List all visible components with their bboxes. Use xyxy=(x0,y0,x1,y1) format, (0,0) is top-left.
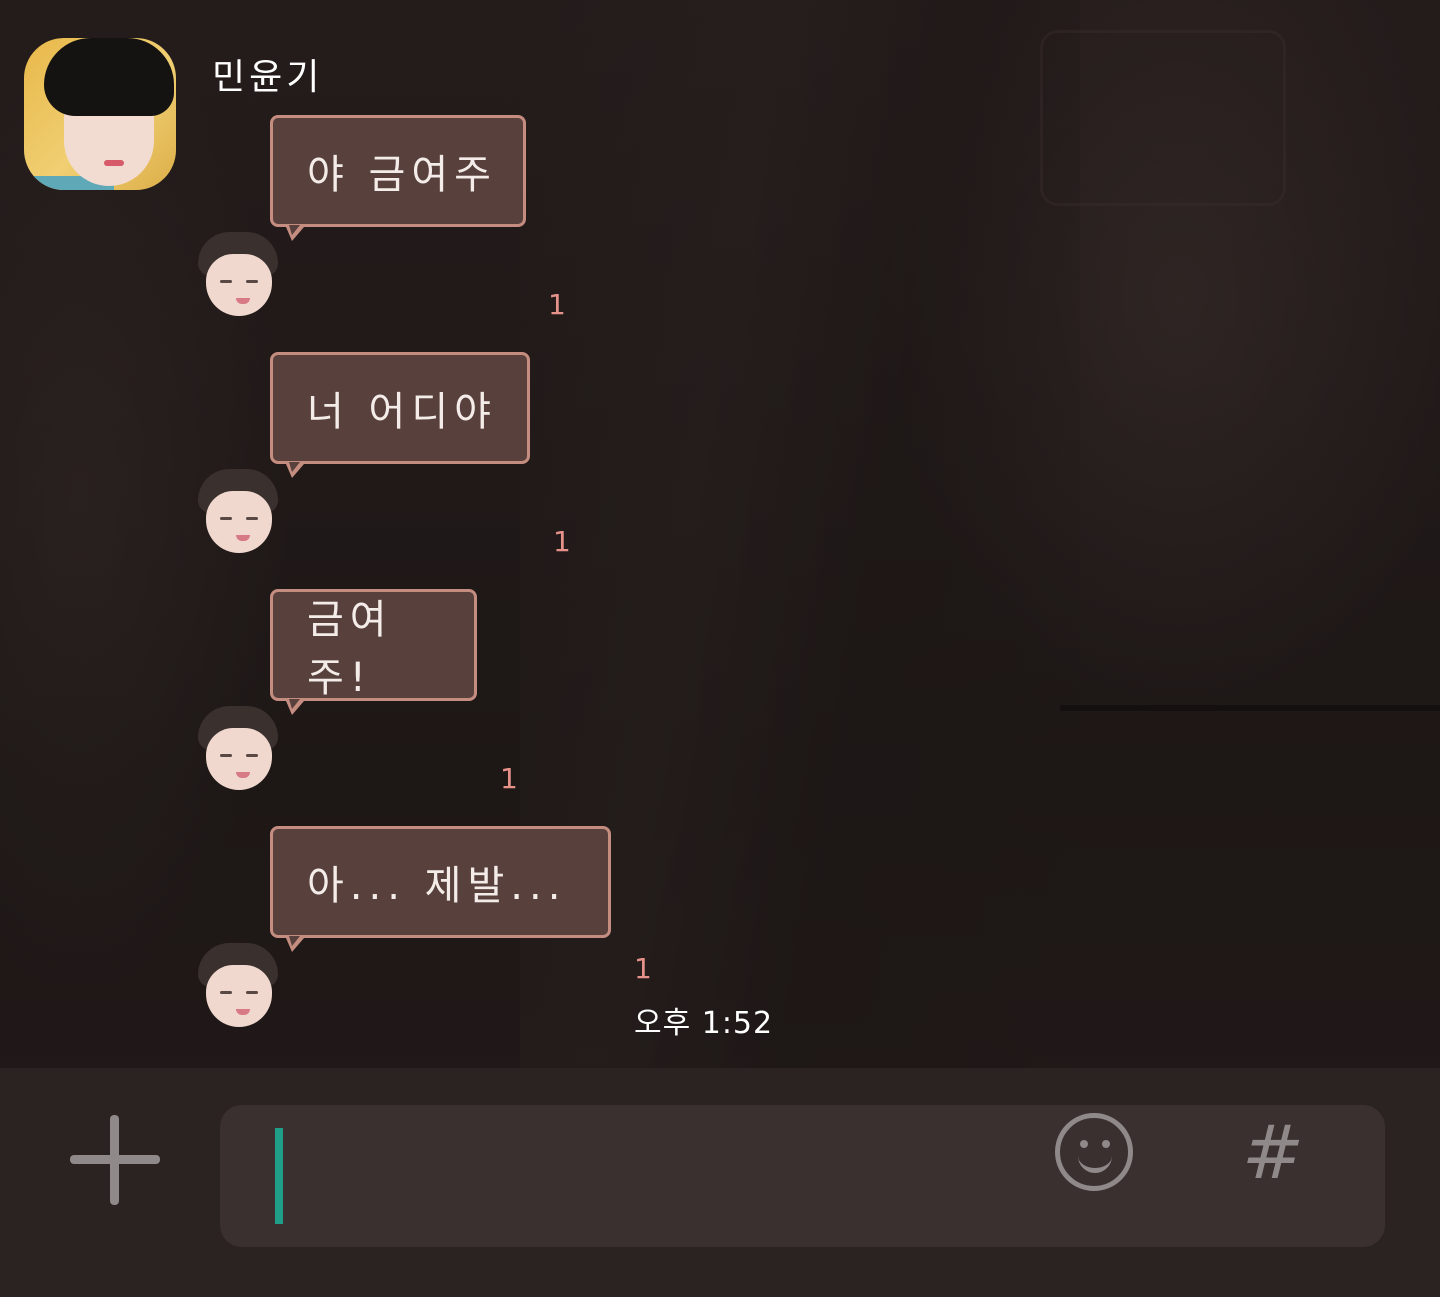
unread-count: 1 xyxy=(500,762,518,795)
sticker-emoticon[interactable] xyxy=(198,232,278,318)
message-bubble[interactable]: 아... 제발... xyxy=(270,826,611,938)
smiley-eye xyxy=(1102,1140,1110,1148)
unread-count: 1 xyxy=(548,288,566,321)
sticker-emoticon[interactable] xyxy=(198,706,278,792)
bubble-tail xyxy=(286,936,304,952)
plus-icon[interactable] xyxy=(70,1115,160,1205)
sender-name: 민윤기 xyxy=(212,57,324,98)
message-text: 너 어디야 xyxy=(307,389,497,435)
sender-avatar[interactable] xyxy=(24,38,176,190)
message-bubble[interactable]: 야 금여주 xyxy=(270,115,526,227)
sticker-eye xyxy=(246,754,258,757)
bubble-tail xyxy=(286,225,304,241)
text-caret xyxy=(275,1128,283,1224)
sticker-eye xyxy=(220,517,232,520)
bubble-tail xyxy=(286,699,304,715)
hash-icon[interactable]: # xyxy=(1238,1108,1308,1198)
smiley-eye xyxy=(1080,1140,1088,1148)
sticker-eye xyxy=(220,991,232,994)
sticker-emoticon[interactable] xyxy=(198,469,278,555)
avatar-lip xyxy=(104,160,124,166)
sticker-eye xyxy=(220,754,232,757)
background-pocket xyxy=(1040,30,1286,206)
background-seam xyxy=(1060,705,1440,711)
sticker-face xyxy=(206,965,272,1027)
message-bubble[interactable]: 금여주! xyxy=(270,589,477,701)
sticker-eye xyxy=(246,991,258,994)
sticker-emoticon[interactable] xyxy=(198,943,278,1029)
message-timestamp: 오후 1:52 xyxy=(634,1006,774,1041)
sticker-eye xyxy=(246,280,258,283)
bubble-tail xyxy=(286,462,304,478)
message-text: 야 금여주 xyxy=(307,152,497,198)
sticker-face xyxy=(206,728,272,790)
message-input[interactable] xyxy=(220,1105,1385,1247)
message-text: 아... 제발... xyxy=(307,863,567,909)
plus-icon-vertical xyxy=(110,1115,119,1205)
unread-count: 1 xyxy=(553,525,571,558)
sticker-eye xyxy=(220,280,232,283)
message-bubble[interactable]: 너 어디야 xyxy=(270,352,530,464)
sticker-eye xyxy=(246,517,258,520)
smiley-mouth xyxy=(1078,1148,1112,1173)
unread-count: 1 xyxy=(634,952,652,985)
sticker-face xyxy=(206,254,272,316)
sticker-face xyxy=(206,491,272,553)
avatar-hair xyxy=(44,38,174,116)
message-text: 금여주! xyxy=(307,597,393,701)
smiley-icon[interactable] xyxy=(1055,1113,1133,1191)
